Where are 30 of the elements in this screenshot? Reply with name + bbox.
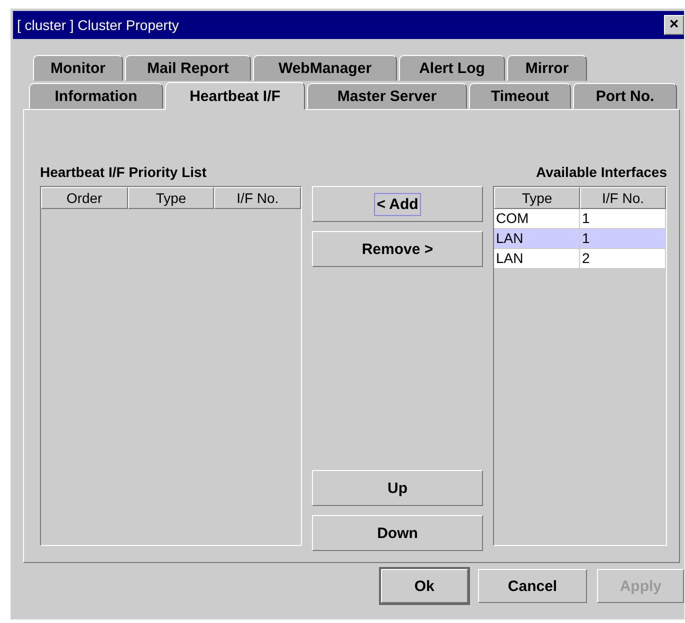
tab[interactable]: Information [29,83,163,109]
tab[interactable]: Timeout [469,83,571,109]
column-header[interactable]: Type [494,187,580,209]
tab[interactable]: Port No. [573,83,677,109]
list-label: Available Interfaces [536,164,667,182]
list-button[interactable]: < Add [312,186,483,222]
list-label: Heartbeat I/F Priority List [40,164,206,182]
table-cell: LAN [494,249,580,269]
table-row[interactable]: COM 1 [494,209,666,229]
column-header[interactable]: Order [41,187,128,209]
tab[interactable]: Heartbeat I/F [165,82,305,110]
list-button[interactable]: Up [312,470,483,506]
table-row[interactable]: LAN 1 [494,229,666,249]
close-button[interactable]: × [664,15,684,35]
dialog-button[interactable]: Cancel [478,569,588,603]
tab[interactable]: Mail Report [125,55,251,81]
column-header[interactable]: I/F No. [580,187,666,209]
list-button[interactable]: Remove > [312,231,483,267]
column-header[interactable]: Type [128,187,214,209]
tab[interactable]: WebManager [253,55,397,81]
window-title: [ cluster ] Cluster Property [17,17,179,33]
table-row[interactable]: LAN 2 [494,249,666,269]
tab[interactable]: Mirror [507,55,587,81]
tab[interactable]: Monitor [33,55,123,81]
list-button[interactable]: Down [312,515,483,551]
tab[interactable]: Master Server [307,83,467,109]
tab[interactable]: Alert Log [399,55,505,81]
column-header[interactable]: I/F No. [214,187,302,209]
table-cell: 2 [580,249,666,269]
dialog-button[interactable]: Ok [381,569,468,603]
